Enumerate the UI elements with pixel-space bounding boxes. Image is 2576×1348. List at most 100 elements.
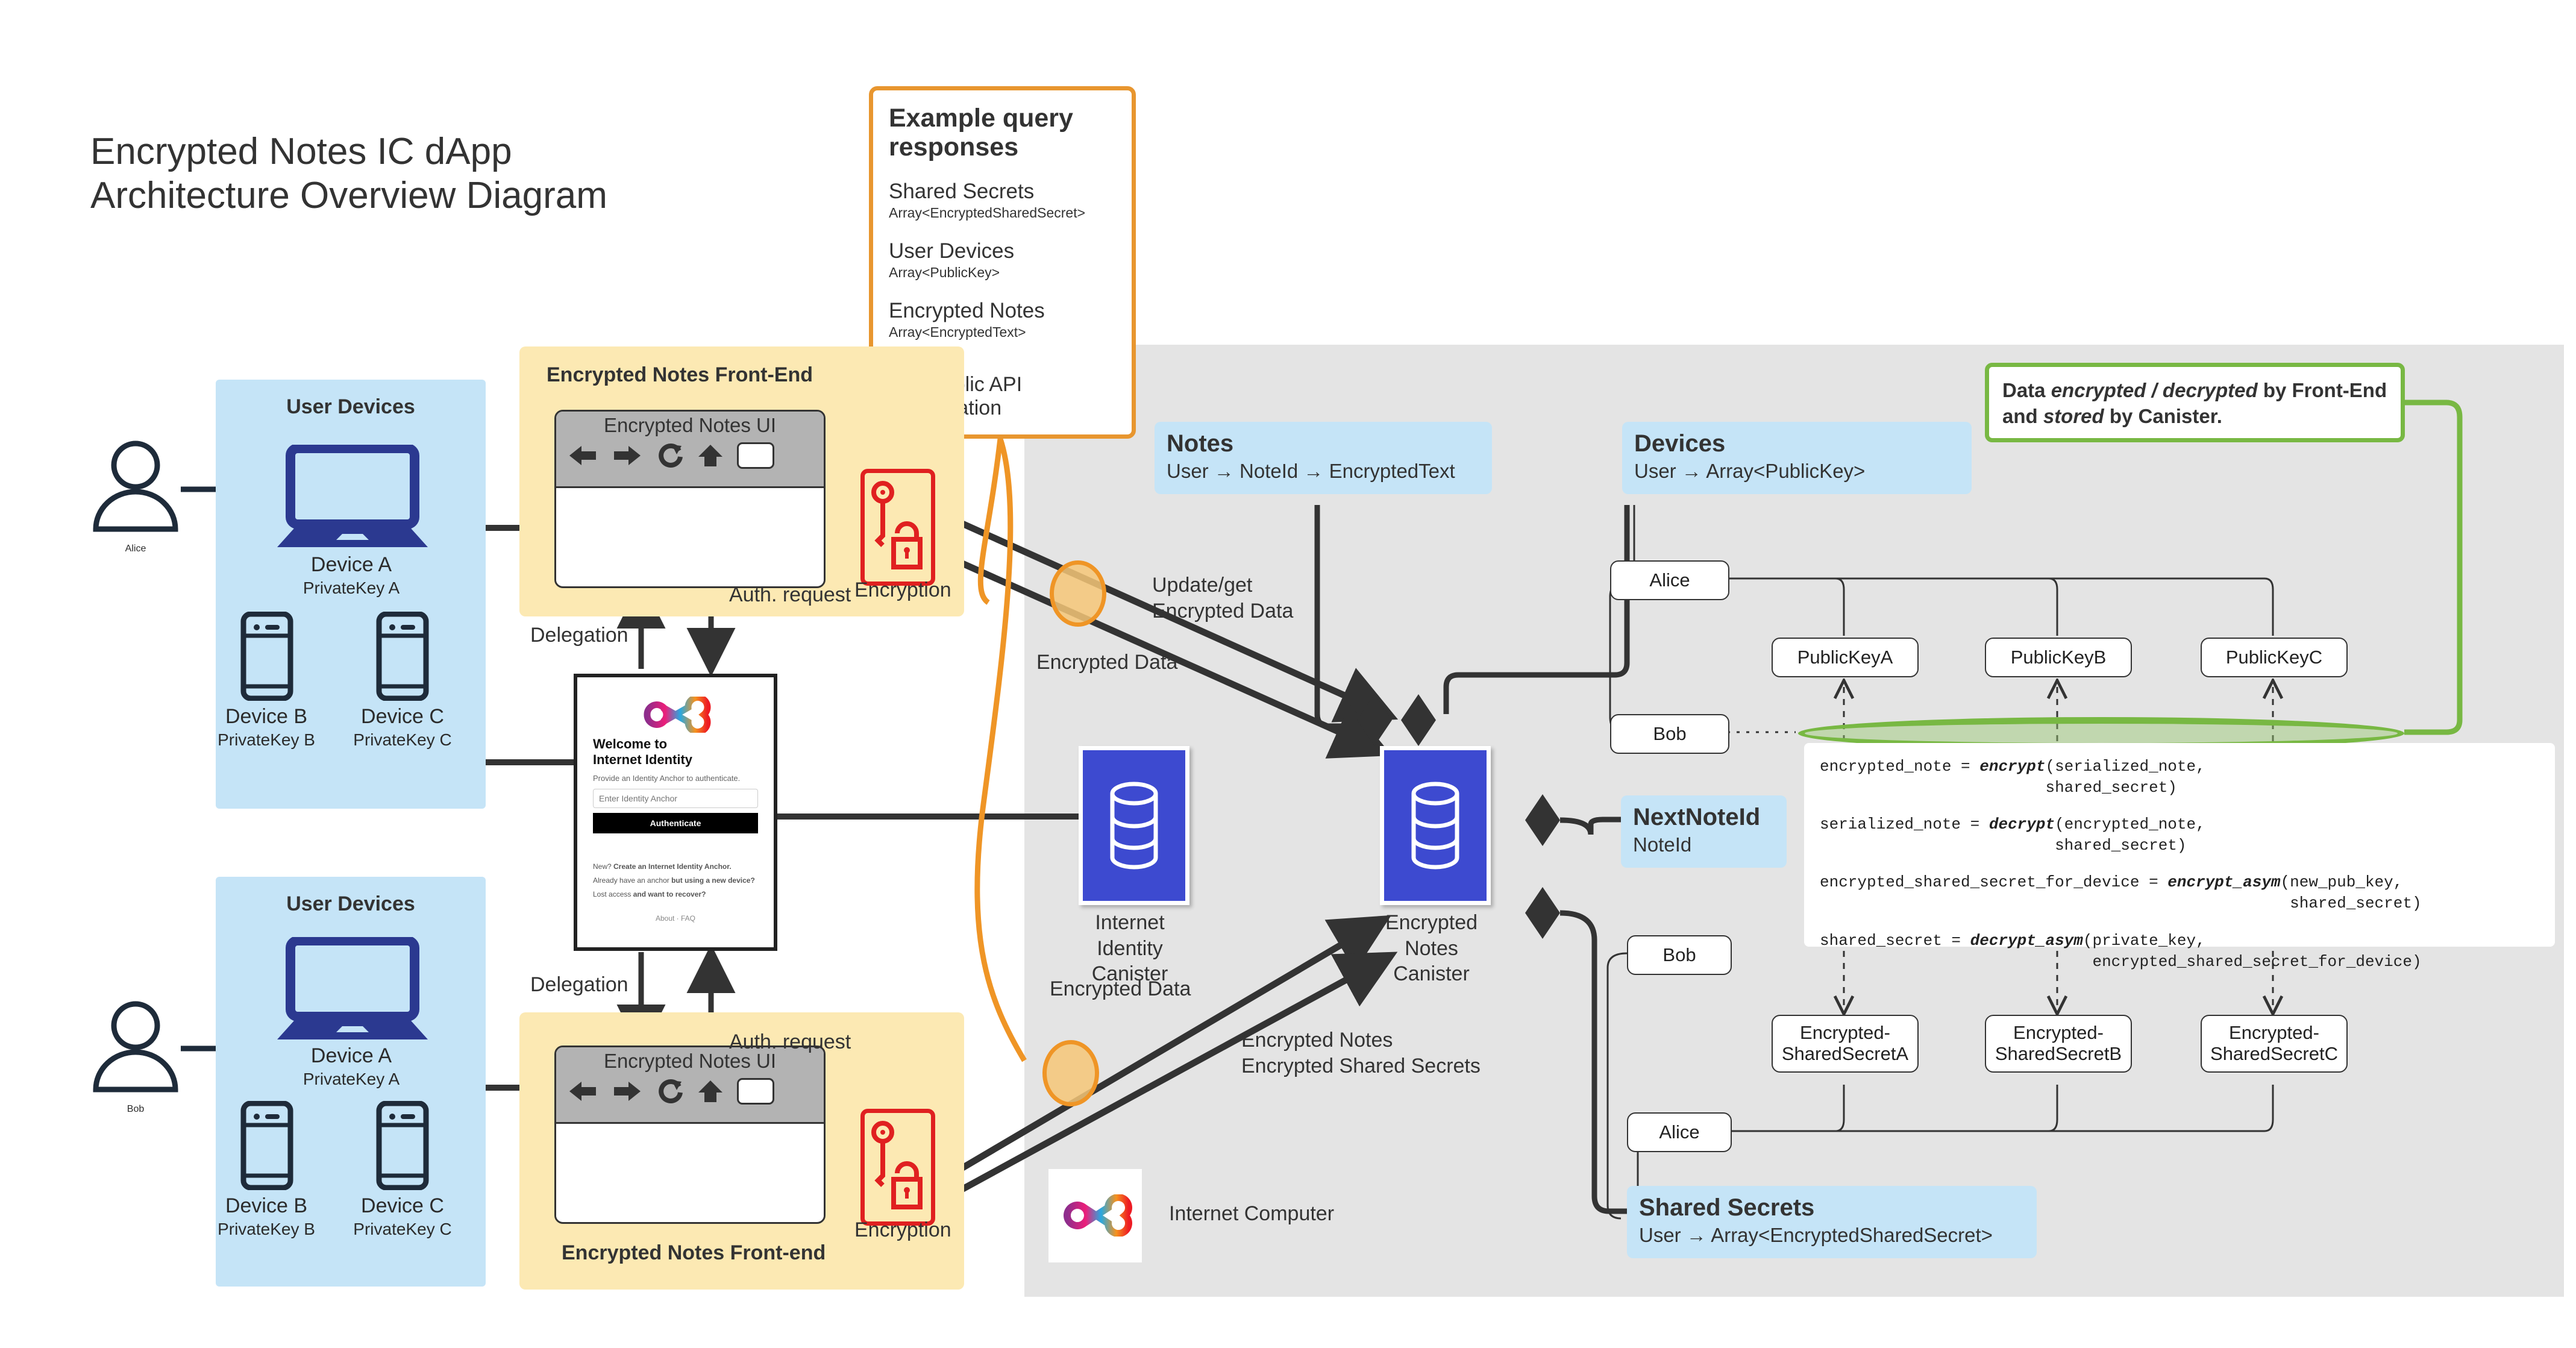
encrypted-notes-canister[interactable]: [1380, 746, 1491, 905]
back-arrow-icon[interactable]: [567, 1078, 598, 1105]
code-line-1: serialized_note = decrypt(encrypted_note…: [1820, 814, 2539, 856]
user-devices-title: User Devices: [216, 892, 486, 916]
diagram-canvas: Encrypted Notes IC dApp Architecture Ove…: [0, 0, 2576, 1348]
public-key-c-node: PublicKeyC: [2201, 638, 2348, 677]
internet-identity-canister-label: Internet Identity Canister: [1061, 910, 1199, 987]
device-c-key: PrivateKey C: [348, 730, 457, 750]
state-box-devices: Devices User → Array<PublicKey>: [1622, 422, 1972, 494]
device-c-name: Device C: [348, 705, 457, 729]
identity-anchor-input[interactable]: [593, 789, 758, 808]
home-icon[interactable]: [697, 442, 724, 469]
ii-link-new[interactable]: New? Create an Internet Identity Anchor.: [593, 862, 758, 871]
next-note-id-title: NextNoteId: [1633, 804, 1775, 830]
public-key-b-node: PublicKeyB: [1985, 638, 2132, 677]
delegation-label-bottom: Delegation: [530, 973, 628, 997]
browser-chrome: Encrypted Notes UI: [556, 412, 824, 488]
laptop-icon: [271, 937, 434, 1042]
encryption-label-top: Encryption: [854, 578, 951, 602]
internet-identity-canister[interactable]: [1079, 746, 1189, 905]
link-junction-bottom: [1042, 1040, 1099, 1106]
shared-secrets-schema: User → Array<EncryptedSharedSecret>: [1639, 1223, 2025, 1247]
address-bar[interactable]: [737, 1078, 774, 1105]
device-b-name: Device B: [212, 1194, 321, 1218]
title-line-2: Architecture Overview Diagram: [90, 174, 753, 218]
page-title: Encrypted Notes IC dApp Architecture Ove…: [90, 130, 753, 218]
home-icon[interactable]: [697, 1078, 724, 1105]
back-arrow-icon[interactable]: [567, 442, 598, 469]
devices-title: Devices: [1634, 430, 1960, 457]
internet-identity-window[interactable]: Welcome to Internet Identity Provide an …: [574, 674, 777, 951]
key-lock-icon: [867, 1115, 925, 1215]
phone-icon: [375, 612, 431, 701]
update-get-label: Update/get Encrypted Data: [1152, 572, 1293, 624]
device-b-key: PrivateKey B: [212, 730, 321, 750]
devices-tree-user-bob: Bob: [1610, 714, 1729, 754]
frontend-panel-title: Encrypted Notes Front-End: [547, 363, 813, 387]
internet-computer-infinity-logo: [1056, 1194, 1135, 1237]
title-line-1: Encrypted Notes IC dApp: [90, 130, 753, 174]
canister-label-line-2: Canister: [1361, 961, 1502, 987]
callout-heading: Example query responses: [889, 104, 1116, 161]
code-line-3: shared_secret = decrypt_asym(private_key…: [1820, 930, 2539, 973]
device-b-name: Device B: [212, 705, 321, 729]
query-item-type-2: Array<EncryptedText>: [889, 324, 1116, 340]
user-devices-title: User Devices: [216, 395, 486, 419]
ii-link-new-device[interactable]: Already have an anchor but using a new d…: [593, 876, 758, 885]
database-icon: [1104, 780, 1164, 871]
query-item-name-0: Shared Secrets: [889, 180, 1116, 204]
query-item-type-1: Array<PublicKey>: [889, 265, 1116, 281]
delegation-label-top: Delegation: [530, 624, 628, 647]
alice-user-devices-group: User Devices Device A PrivateKey A Devic…: [216, 380, 486, 809]
encrypted-shared-secret-c-node: Encrypted- SharedSecretC: [2201, 1015, 2348, 1073]
crypto-api-code-block: encrypted_note = encrypt(serialized_note…: [1804, 743, 2555, 947]
browser-toolbar: [556, 437, 824, 474]
auth-request-label-top: Auth. request: [729, 583, 851, 607]
browser-window-bottom[interactable]: Encrypted Notes UI: [554, 1045, 826, 1224]
device-a-name: Device A: [252, 1044, 451, 1068]
device-c-name: Device C: [348, 1194, 457, 1218]
frontend-panel-title: Encrypted Notes Front-end: [562, 1241, 826, 1265]
browser-viewport: [556, 1124, 824, 1220]
legend-label: Internet Computer: [1169, 1202, 1334, 1226]
database-icon: [1405, 780, 1465, 871]
forward-arrow-icon[interactable]: [612, 442, 643, 469]
auth-request-label-bottom: Auth. request: [729, 1030, 851, 1054]
ii-link-recover[interactable]: Lost access and want to recover?: [593, 890, 758, 898]
ii-footer-links[interactable]: About · FAQ: [593, 914, 758, 923]
state-box-shared-secrets: Shared Secrets User → Array<EncryptedSha…: [1627, 1186, 2037, 1258]
bob-avatar-icon: [87, 1000, 184, 1097]
encryption-scope-note: Data encrypted / decrypted by Front-End …: [1985, 363, 2405, 442]
browser-window-top[interactable]: Encrypted Notes UI: [554, 410, 826, 588]
ii-welcome-line-1: Welcome to: [593, 736, 758, 752]
reload-icon[interactable]: [656, 442, 684, 469]
query-item-type-0: Array<EncryptedSharedSecret>: [889, 205, 1116, 221]
browser-toolbar: [556, 1073, 824, 1110]
reload-icon[interactable]: [656, 1078, 684, 1105]
next-note-id-schema: NoteId: [1633, 833, 1775, 857]
code-line-0: encrypted_note = encrypt(serialized_note…: [1820, 756, 2539, 798]
shared-secrets-title: Shared Secrets: [1639, 1194, 2025, 1221]
forward-arrow-icon[interactable]: [612, 1078, 643, 1105]
browser-viewport: [556, 488, 824, 585]
device-a-key: PrivateKey A: [252, 578, 451, 598]
bob-user-devices-group: User Devices Device A PrivateKey A Devic…: [216, 877, 486, 1287]
address-bar[interactable]: [737, 442, 774, 469]
authenticate-button[interactable]: Authenticate: [593, 813, 758, 833]
laptop-icon: [271, 445, 434, 550]
browser-title: Encrypted Notes UI: [556, 412, 824, 437]
encryption-badge-top: [860, 469, 935, 586]
public-key-a-node: PublicKeyA: [1772, 638, 1919, 677]
query-item-name-2: Encrypted Notes: [889, 299, 1116, 323]
devices-schema: User → Array<PublicKey>: [1634, 459, 1960, 483]
encrypted-shared-secret-b-node: Encrypted- SharedSecretB: [1985, 1015, 2132, 1073]
state-box-next-note-id: NextNoteId NoteId: [1621, 795, 1787, 868]
devices-tree-user-alice: Alice: [1610, 560, 1729, 600]
canister-label-line-1: Internet Identity: [1061, 910, 1199, 961]
phone-icon: [240, 612, 295, 701]
device-a-name: Device A: [252, 553, 451, 577]
alice-avatar-icon: [87, 440, 184, 536]
browser-chrome: Encrypted Notes UI: [556, 1047, 824, 1124]
canister-label-line-1: Encrypted Notes: [1361, 910, 1502, 961]
link-junction-top: [1050, 560, 1106, 627]
encrypted-data-label-top: Encrypted Data: [1036, 650, 1177, 676]
